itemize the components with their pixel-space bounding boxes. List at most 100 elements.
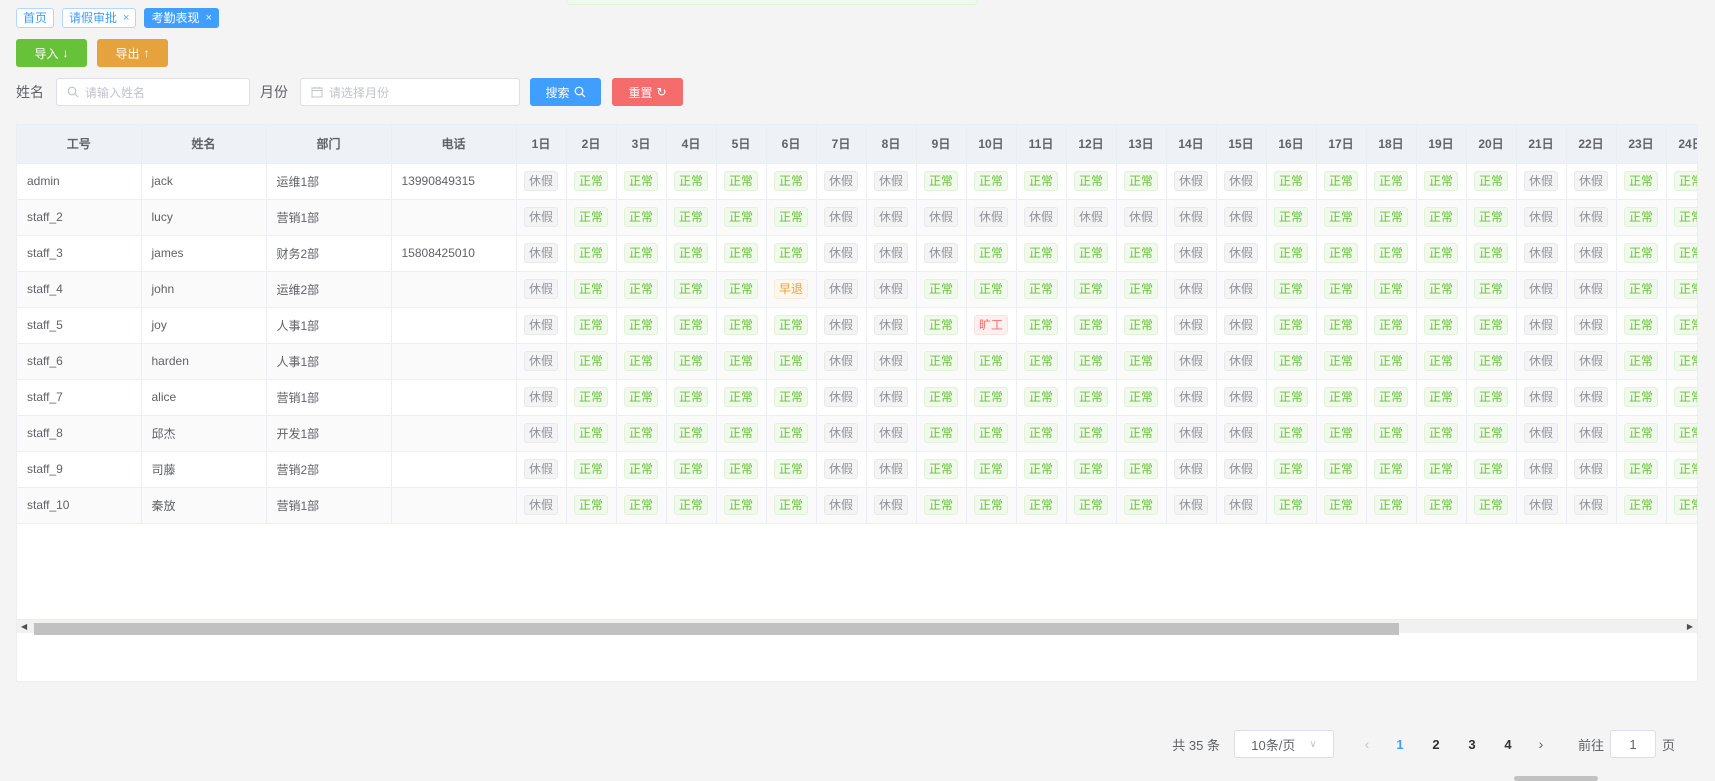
day-cell: 正常 bbox=[1416, 343, 1467, 380]
goto-page-value: 1 bbox=[1629, 736, 1637, 752]
day-cell: 正常 bbox=[1316, 235, 1367, 272]
status-tag: 正常 bbox=[673, 387, 708, 407]
scroll-left-icon[interactable]: ◀ bbox=[21, 622, 27, 631]
day-cell: 正常 bbox=[1366, 379, 1417, 416]
day-cell: 正常 bbox=[1666, 235, 1697, 272]
tab-home[interactable]: 首页 bbox=[16, 8, 55, 28]
status-tag: 正常 bbox=[623, 279, 658, 299]
day-cell: 正常 bbox=[1016, 163, 1067, 200]
status-tag: 休假 bbox=[1173, 171, 1208, 191]
page-scrollbar-thumb[interactable] bbox=[1514, 776, 1598, 781]
employee-name-cell: harden bbox=[141, 343, 267, 380]
export-button[interactable]: 导出 ↑ bbox=[97, 39, 168, 67]
attendance-table: 工号 姓名 部门 电话 1日 2日 3日 4日 5日 6日 7日 8日 9日 10日 11日 12日 13日 14… bbox=[16, 124, 1698, 682]
page-number[interactable]: 2 bbox=[1418, 737, 1454, 752]
day-cell: 休假 bbox=[866, 307, 917, 344]
day-cell: 休假 bbox=[1566, 487, 1617, 524]
table-row[interactable]: staff_8 邱杰 开发1部 休假 正常 正常 正常 正常 正常 休假 休假 正常 正常 正常 正常 正常休… bbox=[17, 415, 1697, 452]
day-cell: 休假 bbox=[1216, 415, 1267, 452]
reset-button[interactable]: 重置 ↻ bbox=[612, 78, 683, 106]
day-column-header: 17日 bbox=[1316, 125, 1367, 164]
status-tag: 正常 bbox=[1273, 315, 1308, 335]
name-input[interactable]: 请输入姓名 bbox=[56, 78, 250, 106]
day-cell: 正常 bbox=[1366, 271, 1417, 308]
day-cell: 正常 bbox=[916, 271, 967, 308]
close-icon[interactable]: × bbox=[123, 12, 129, 24]
day-column-header: 19日 bbox=[1416, 125, 1467, 164]
status-tag: 正常 bbox=[723, 459, 758, 479]
day-cell: 正常 bbox=[1466, 271, 1517, 308]
day-cell: 正常 bbox=[1316, 199, 1367, 236]
import-button[interactable]: 导入 ↓ bbox=[16, 39, 87, 67]
tab-leave-approval[interactable]: 请假审批 × bbox=[62, 8, 137, 28]
status-tag: 休假 bbox=[1173, 243, 1208, 263]
tab-attendance[interactable]: 考勤表现 × bbox=[144, 8, 219, 28]
status-tag: 正常 bbox=[1323, 171, 1358, 191]
page-number[interactable]: 3 bbox=[1454, 737, 1490, 752]
goto-page-input[interactable]: 1 bbox=[1609, 730, 1656, 758]
search-button[interactable]: 搜索 bbox=[530, 78, 601, 106]
status-tag: 正常 bbox=[1373, 495, 1408, 515]
page-size-select[interactable]: 10条/页 ∨ bbox=[1233, 730, 1334, 758]
day-cell: 正常 bbox=[1616, 307, 1667, 344]
day-cell: 正常 bbox=[1116, 343, 1167, 380]
day-cell: 休假 bbox=[1516, 307, 1567, 344]
day-cell: 休假 bbox=[1566, 271, 1617, 308]
close-icon[interactable]: × bbox=[205, 12, 211, 24]
status-tag: 正常 bbox=[1473, 315, 1508, 335]
status-tag: 正常 bbox=[673, 315, 708, 335]
scrollbar-thumb[interactable] bbox=[34, 623, 1399, 635]
table-row[interactable]: staff_4 john 运维2部 休假 正常 正常 正常 正常 早退 休假 休假 正常 正常 正常 正常正… bbox=[17, 271, 1697, 308]
page-number[interactable]: 4 bbox=[1490, 737, 1526, 752]
table-row[interactable]: staff_2 lucy 营销1部 休假 正常 正常 正常 正常 正常 休假 休假 休假 休假 休假 休假休… bbox=[17, 199, 1697, 236]
table-row[interactable]: staff_10 秦放 营销1部 休假 正常 正常 正常 正常 正常 休假 休假 正常 正常 正常 正常 正常… bbox=[17, 487, 1697, 524]
day-cell: 正常 bbox=[1016, 415, 1067, 452]
status-tag: 正常 bbox=[1123, 387, 1158, 407]
day-cell: 正常 bbox=[616, 415, 667, 452]
day-cell: 正常 bbox=[1066, 271, 1117, 308]
day-cell: 正常 bbox=[666, 235, 717, 272]
table-row[interactable]: staff_5 joy 人事1部 休假 正常 正常 正常 正常 正常 休假 休假 正常 旷工 正常 正常 正常… bbox=[17, 307, 1697, 344]
status-tag: 正常 bbox=[1023, 351, 1058, 371]
status-tag: 休假 bbox=[1523, 495, 1558, 515]
next-page-icon[interactable]: › bbox=[1526, 736, 1556, 752]
day-cell: 正常 bbox=[1416, 199, 1467, 236]
status-tag: 旷工 bbox=[973, 315, 1008, 335]
tab-label: 请假审批 bbox=[69, 11, 118, 25]
table-row[interactable]: staff_7 alice 营销1部 休假 正常 正常 正常 正常 正常 休假 休假 正常 正常 正常 正常… bbox=[17, 379, 1697, 416]
day-cell: 休假 bbox=[1216, 307, 1267, 344]
status-tag: 正常 bbox=[1473, 495, 1508, 515]
day-cell: 正常 bbox=[666, 163, 717, 200]
day-cell: 正常 bbox=[1366, 415, 1417, 452]
day-column-header: 22日 bbox=[1566, 125, 1617, 164]
month-picker[interactable]: 请选择月份 bbox=[300, 78, 520, 106]
day-cell: 休假 bbox=[516, 307, 567, 344]
day-cell: 正常 bbox=[1266, 487, 1317, 524]
status-tag: 正常 bbox=[1273, 279, 1308, 299]
status-tag: 正常 bbox=[723, 351, 758, 371]
table-row[interactable]: staff_6 harden 人事1部 休假 正常 正常 正常 正常 正常 休假 休假 正常 正常 正常正… bbox=[17, 343, 1697, 380]
employee-name-cell: 司藤 bbox=[141, 451, 267, 488]
table-row[interactable]: staff_9 司藤 营销2部 休假 正常 正常 正常 正常 正常 休假 休假 正常 正常 正常 正常 正常休… bbox=[17, 451, 1697, 488]
day-cell: 正常 bbox=[1466, 307, 1517, 344]
horizontal-scrollbar[interactable]: ◀ ▶ bbox=[17, 619, 1697, 635]
table-row[interactable]: staff_3 james 财务2部 15808425010 休假 正常 正常 正常 正常 正常休… bbox=[17, 235, 1697, 272]
day-cell: 正常 bbox=[1016, 379, 1067, 416]
phone-cell bbox=[391, 307, 517, 344]
status-tag: 正常 bbox=[723, 315, 758, 335]
scroll-right-icon[interactable]: ▶ bbox=[1687, 622, 1693, 631]
day-cell: 正常 bbox=[1116, 307, 1167, 344]
day-cell: 正常 bbox=[1366, 199, 1417, 236]
day-cell: 正常 bbox=[966, 343, 1017, 380]
prev-page-icon[interactable]: ‹ bbox=[1352, 736, 1382, 752]
status-tag: 正常 bbox=[1323, 351, 1358, 371]
page-number[interactable]: 1 bbox=[1382, 737, 1418, 752]
status-tag: 正常 bbox=[1023, 243, 1058, 263]
status-tag: 正常 bbox=[573, 495, 608, 515]
table-row[interactable]: admin jack 运维1部 13990849315 休假 正常 正常 正常 正常 正常 休假 休假… bbox=[17, 163, 1697, 200]
status-tag: 正常 bbox=[673, 423, 708, 443]
status-tag: 正常 bbox=[673, 243, 708, 263]
status-tag: 正常 bbox=[1423, 207, 1458, 227]
day-column-header: 8日 bbox=[866, 125, 917, 164]
status-tag: 正常 bbox=[1273, 243, 1308, 263]
